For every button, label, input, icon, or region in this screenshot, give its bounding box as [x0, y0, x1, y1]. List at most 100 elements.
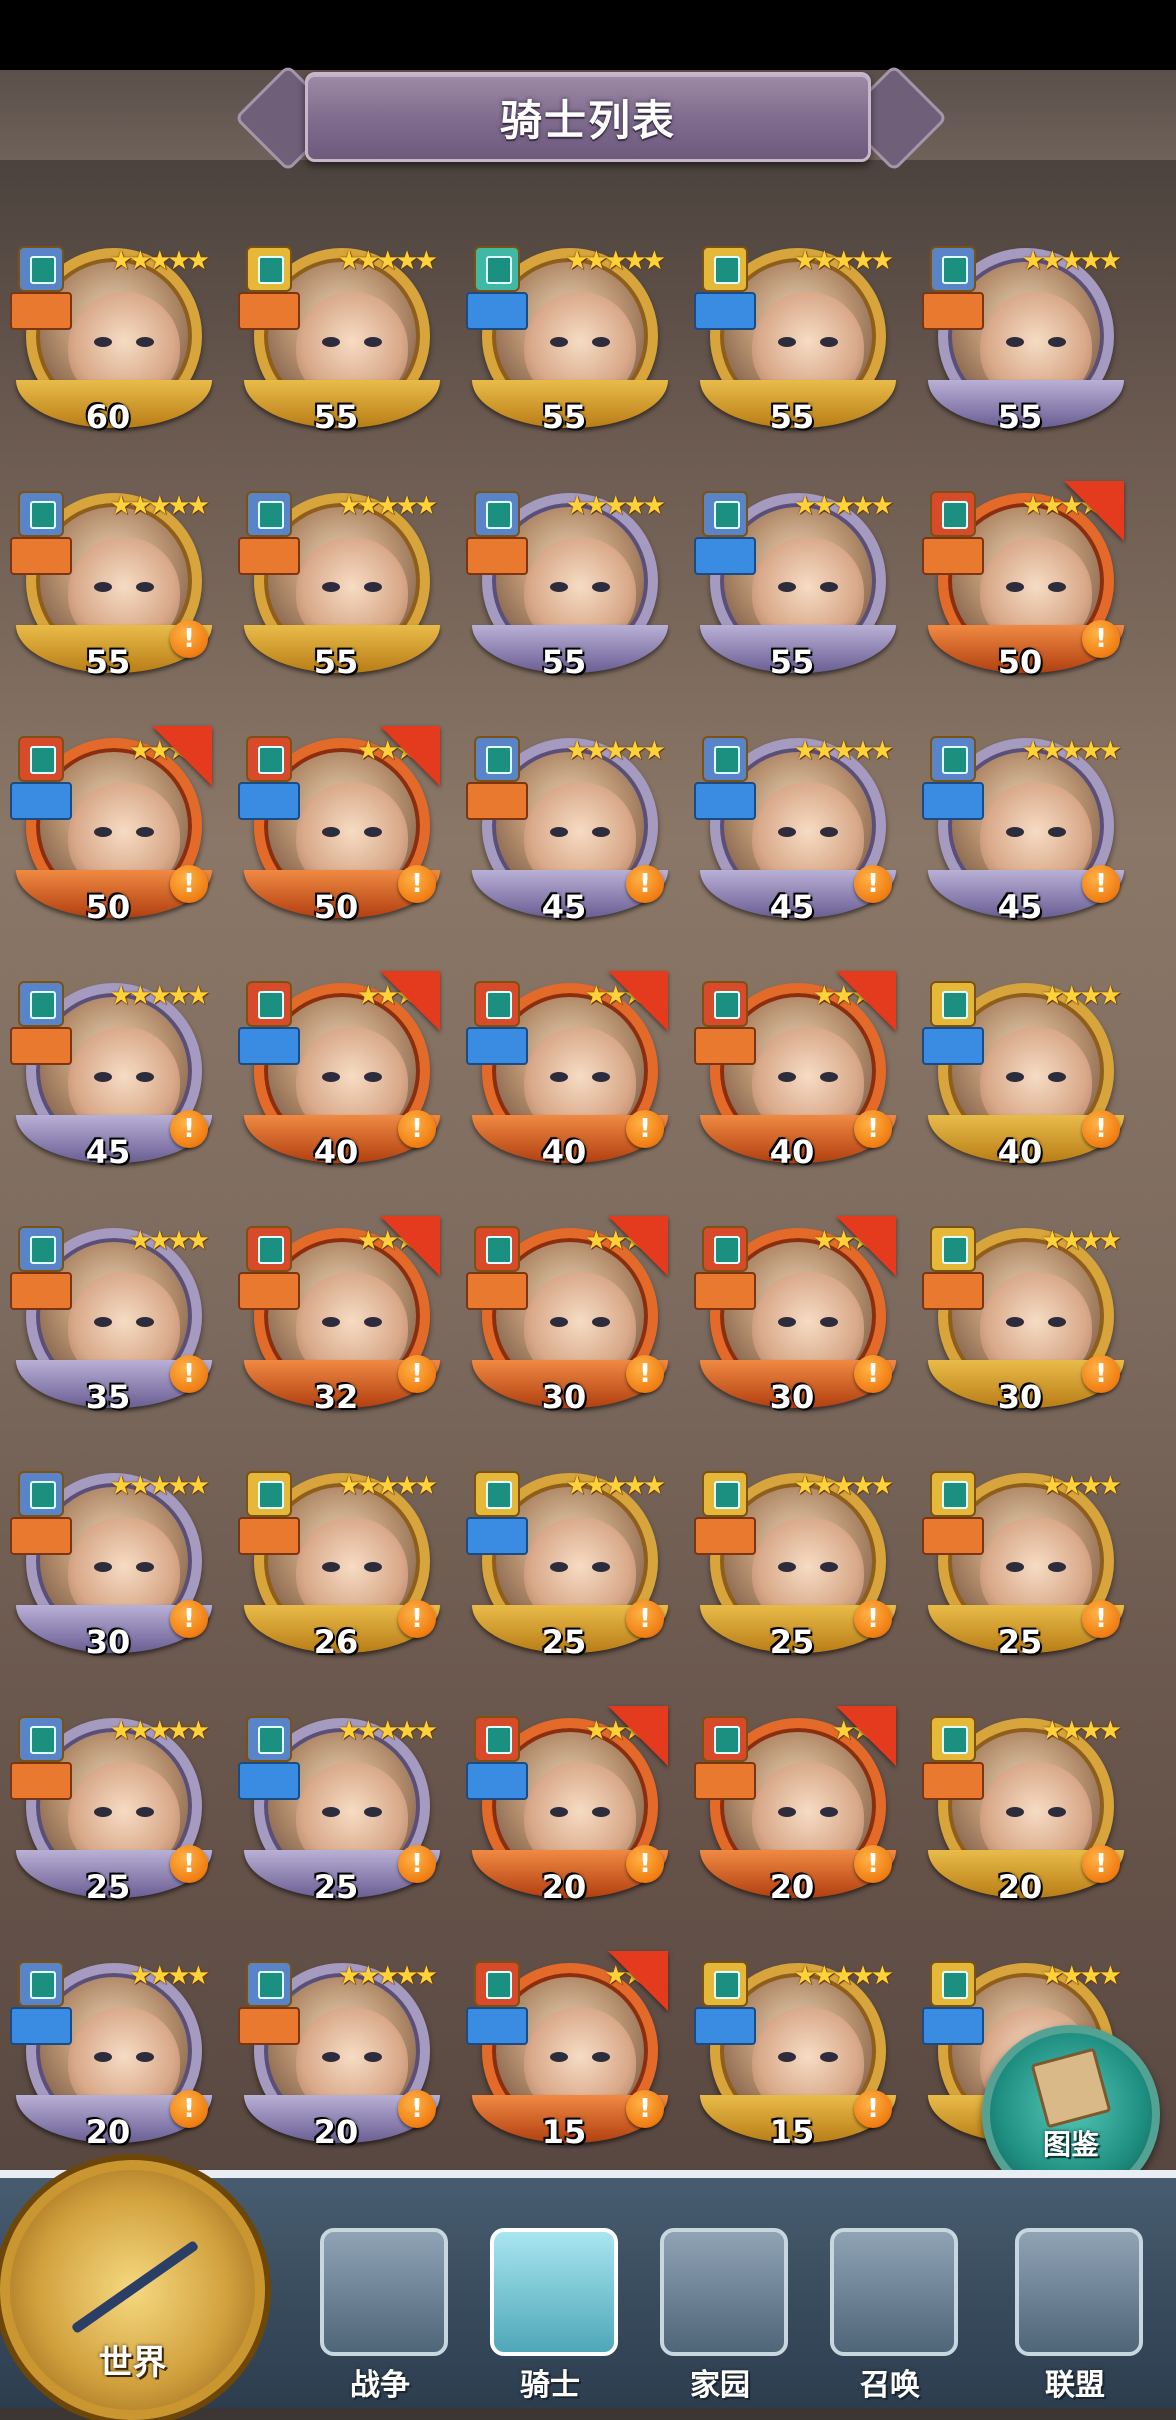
- alert-icon: !: [170, 2090, 208, 2128]
- knight-card[interactable]: 55 ★★★★★: [922, 230, 1124, 440]
- alert-icon: !: [398, 1845, 436, 1883]
- knight-card[interactable]: 25 ★★★★★!: [694, 1455, 896, 1665]
- role-icon: [466, 1517, 528, 1555]
- class-icon: [702, 1226, 748, 1272]
- knight-card[interactable]: 55 ★★★★★: [238, 230, 440, 440]
- compass-icon: [70, 2239, 200, 2335]
- role-icon: [694, 292, 756, 330]
- upgrade-flag-icon: [608, 971, 668, 1031]
- knight-card[interactable]: 55 ★★★★★: [694, 230, 896, 440]
- role-icon: [922, 1517, 984, 1555]
- alert-icon: !: [398, 2090, 436, 2128]
- role-icon: [694, 1762, 756, 1800]
- knight-card[interactable]: 20 ★★★★★!: [238, 1945, 440, 2155]
- house-icon: [660, 2228, 788, 2356]
- star-rating: ★★★★: [1040, 981, 1122, 1011]
- role-icon: [694, 1272, 756, 1310]
- world-label: 世界: [98, 2343, 167, 2383]
- knight-card[interactable]: 45 ★★★★★!: [922, 720, 1124, 930]
- nav-knight-label: 骑士: [520, 2368, 580, 2403]
- knight-card[interactable]: 30 ★★★★★!: [10, 1455, 212, 1665]
- star-rating: ★★★★★: [1021, 246, 1122, 276]
- knight-card[interactable]: 55 ★★★★★: [466, 230, 668, 440]
- nav-summon-label: 召唤: [860, 2368, 920, 2403]
- alliance-icon: [1015, 2228, 1143, 2356]
- nav-knight[interactable]: 骑士: [465, 2218, 635, 2408]
- class-icon: [474, 1716, 520, 1762]
- alert-icon: !: [626, 1600, 664, 1638]
- knight-card[interactable]: 50 ★★★★★!: [922, 475, 1124, 685]
- knight-card[interactable]: 40 ★★★★!: [238, 965, 440, 1175]
- star-rating: ★★★★★: [565, 246, 666, 276]
- knight-card[interactable]: 30 ★★★★!: [922, 1210, 1124, 1420]
- war-map-icon: [320, 2228, 448, 2356]
- knight-card[interactable]: 45 ★★★★★!: [694, 720, 896, 930]
- knight-card[interactable]: 30 ★★★★!: [466, 1210, 668, 1420]
- knight-card[interactable]: 40 ★★★★!: [466, 965, 668, 1175]
- alert-icon: !: [170, 620, 208, 658]
- role-icon: [694, 782, 756, 820]
- nav-war[interactable]: 战争: [295, 2218, 465, 2408]
- knight-card[interactable]: 50 ★★★★!: [10, 720, 212, 930]
- knight-card[interactable]: 20 ★★★★!: [922, 1700, 1124, 1910]
- alert-icon: !: [170, 1845, 208, 1883]
- role-icon: [10, 1517, 72, 1555]
- alert-icon: !: [398, 1110, 436, 1148]
- nav-alliance[interactable]: 联盟: [990, 2218, 1160, 2408]
- knight-card[interactable]: 25 ★★★★★!: [238, 1700, 440, 1910]
- alert-icon: !: [854, 1355, 892, 1393]
- knight-card[interactable]: 55 ★★★★★: [694, 475, 896, 685]
- class-icon: [18, 1716, 64, 1762]
- star-rating: ★★★★★: [565, 736, 666, 766]
- knight-card[interactable]: 55 ★★★★★: [466, 475, 668, 685]
- class-icon: [930, 1961, 976, 2007]
- role-icon: [694, 2007, 756, 2045]
- knight-level: 55: [541, 398, 587, 436]
- knight-card[interactable]: 40 ★★★★!: [694, 965, 896, 1175]
- knight-card[interactable]: 20 ★★★★!: [466, 1700, 668, 1910]
- class-icon: [246, 1716, 292, 1762]
- knight-card[interactable]: 26 ★★★★★!: [238, 1455, 440, 1665]
- star-rating: ★★★★★: [1021, 736, 1122, 766]
- knight-card[interactable]: 55 ★★★★★: [238, 475, 440, 685]
- knight-card[interactable]: 60 ★★★★★: [10, 230, 212, 440]
- role-icon: [466, 537, 528, 575]
- nav-home[interactable]: 家园: [635, 2218, 805, 2408]
- alert-icon: !: [170, 1355, 208, 1393]
- knight-card[interactable]: 50 ★★★★!: [238, 720, 440, 930]
- knight-card[interactable]: 30 ★★★★!: [694, 1210, 896, 1420]
- star-rating: ★★★★★: [337, 246, 438, 276]
- star-rating: ★★★★★: [793, 246, 894, 276]
- role-icon: [922, 1027, 984, 1065]
- knight-card[interactable]: 20 ★★★★!: [10, 1945, 212, 2155]
- star-rating: ★★★★: [1040, 1471, 1122, 1501]
- role-icon: [466, 292, 528, 330]
- knight-card[interactable]: 45 ★★★★★!: [10, 965, 212, 1175]
- star-rating: ★★★★★: [565, 491, 666, 521]
- nav-summon[interactable]: 召唤: [805, 2218, 975, 2408]
- world-button[interactable]: 世界: [0, 2160, 265, 2420]
- knight-card[interactable]: 15 ★★★!: [466, 1945, 668, 2155]
- upgrade-flag-icon: [380, 971, 440, 1031]
- knight-card[interactable]: 25 ★★★★★!: [466, 1455, 668, 1665]
- knight-card[interactable]: 45 ★★★★★!: [466, 720, 668, 930]
- knight-card[interactable]: 35 ★★★★!: [10, 1210, 212, 1420]
- alert-icon: !: [1082, 1355, 1120, 1393]
- star-rating: ★★★★: [128, 1226, 210, 1256]
- knight-card[interactable]: 55 ★★★★★!: [10, 475, 212, 685]
- star-rating: ★★★★★: [109, 1471, 210, 1501]
- knight-card[interactable]: 40 ★★★★!: [922, 965, 1124, 1175]
- class-icon: [930, 736, 976, 782]
- class-icon: [702, 1961, 748, 2007]
- role-icon: [238, 2007, 300, 2045]
- alert-icon: !: [854, 1110, 892, 1148]
- upgrade-flag-icon: [380, 1216, 440, 1276]
- knight-card[interactable]: 25 ★★★★★!: [10, 1700, 212, 1910]
- knight-card[interactable]: 20 ★★★!: [694, 1700, 896, 1910]
- star-rating: ★★★★★: [337, 1716, 438, 1746]
- knight-card[interactable]: 15 ★★★★★!: [694, 1945, 896, 2155]
- knight-card[interactable]: 32 ★★★★!: [238, 1210, 440, 1420]
- star-rating: ★★★★★: [337, 491, 438, 521]
- knight-card[interactable]: 25 ★★★★!: [922, 1455, 1124, 1665]
- role-icon: [694, 1517, 756, 1555]
